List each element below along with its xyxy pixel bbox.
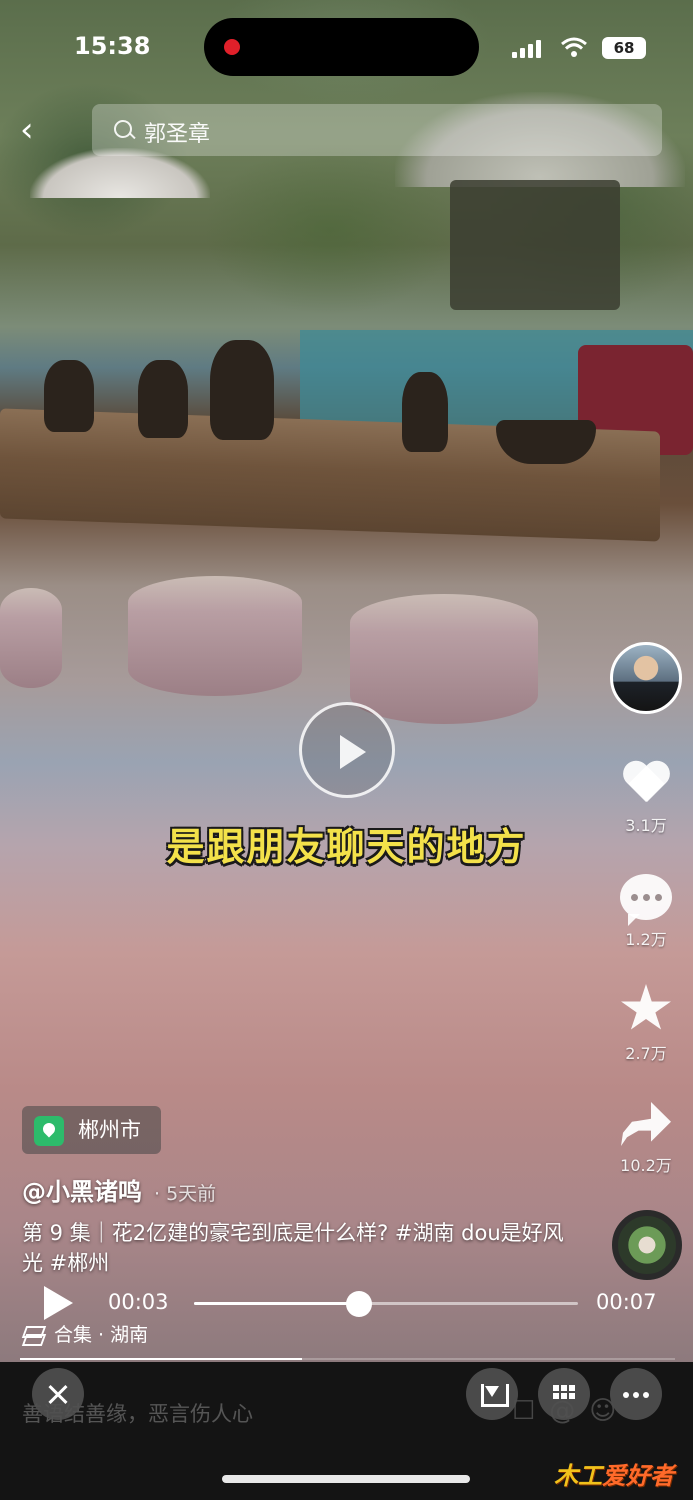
layers-icon (22, 1325, 44, 1345)
video-frame[interactable] (0, 0, 693, 1362)
search-query[interactable]: 郭圣章 (144, 116, 210, 148)
cellular-signal-icon (512, 40, 542, 58)
site-watermark: 木工爱好者 (554, 1456, 674, 1491)
music-disc[interactable] (612, 1210, 682, 1280)
clock: 15:38 (74, 32, 151, 60)
more-button[interactable] (610, 1368, 662, 1420)
share-count: 10.2万 (620, 1156, 672, 1175)
dynamic-island (204, 18, 479, 76)
mini-progress-fill (20, 1358, 302, 1360)
location-pin-icon (34, 1116, 64, 1146)
share-arrow-icon (621, 1102, 671, 1146)
favorite-button[interactable]: 2.7万 (606, 984, 686, 1064)
current-time: 00:03 (108, 1290, 169, 1314)
close-button[interactable] (32, 1368, 84, 1420)
center-play-button[interactable] (299, 702, 395, 798)
mini-progress-bar (20, 1358, 675, 1360)
location-name: 郴州市 (78, 1118, 141, 1142)
collection-link[interactable]: 合集 · 湖南 (22, 1320, 148, 1347)
duration: 00:07 (596, 1290, 657, 1314)
location-tag[interactable]: 郴州市 (22, 1106, 161, 1154)
home-indicator (222, 1475, 470, 1483)
creator-avatar[interactable] (610, 642, 682, 714)
collection-label: 合集 · 湖南 (54, 1324, 149, 1346)
star-icon (621, 984, 671, 1030)
stone-lantern-body (450, 180, 620, 310)
post-time: · 5天前 (154, 1183, 217, 1205)
tea-bowl (496, 420, 596, 464)
search-box[interactable]: 郭圣章 (92, 104, 662, 156)
like-count: 3.1万 (625, 816, 667, 835)
pottery-2 (138, 360, 188, 438)
comment-button[interactable]: 1.2万 (606, 874, 686, 950)
video-subtitle: 是跟朋友聊天的地方 (166, 825, 527, 869)
pottery-1 (44, 360, 94, 432)
round-stool-3 (350, 594, 538, 724)
video-caption[interactable]: 第 9 集｜花2亿建的豪宅到底是什么样? #湖南 dou是好风光 #郴州 (22, 1218, 582, 1278)
play-icon[interactable] (44, 1286, 73, 1320)
search-icon (114, 120, 132, 138)
round-stool-2 (128, 576, 302, 696)
comment-count: 1.2万 (625, 930, 667, 949)
author-row: @小黑诸鸣 · 5天前 (22, 1172, 216, 1207)
comment-icon (620, 874, 672, 926)
battery-indicator: 68 (602, 37, 646, 59)
watermark-part1: 木工 (554, 1462, 602, 1490)
share-button[interactable]: 10.2万 (606, 1102, 686, 1176)
seek-thumb[interactable] (346, 1291, 373, 1317)
favorite-count: 2.7万 (625, 1044, 667, 1063)
seek-bar-fill (194, 1302, 360, 1305)
pottery-3 (210, 340, 274, 440)
heart-icon (621, 762, 671, 806)
screen-record-icon (224, 39, 240, 55)
author-name[interactable]: @小黑诸鸣 (22, 1178, 142, 1206)
pottery-4 (402, 372, 448, 452)
like-button[interactable]: 3.1万 (606, 762, 686, 836)
round-stool-1 (0, 588, 62, 688)
grid-menu-button[interactable] (538, 1368, 590, 1420)
wifi-icon (561, 37, 587, 57)
seek-bar[interactable] (194, 1291, 578, 1317)
download-button[interactable] (466, 1368, 518, 1420)
watermark-part2: 爱好者 (602, 1462, 674, 1490)
back-button[interactable]: ‹ (20, 110, 56, 150)
